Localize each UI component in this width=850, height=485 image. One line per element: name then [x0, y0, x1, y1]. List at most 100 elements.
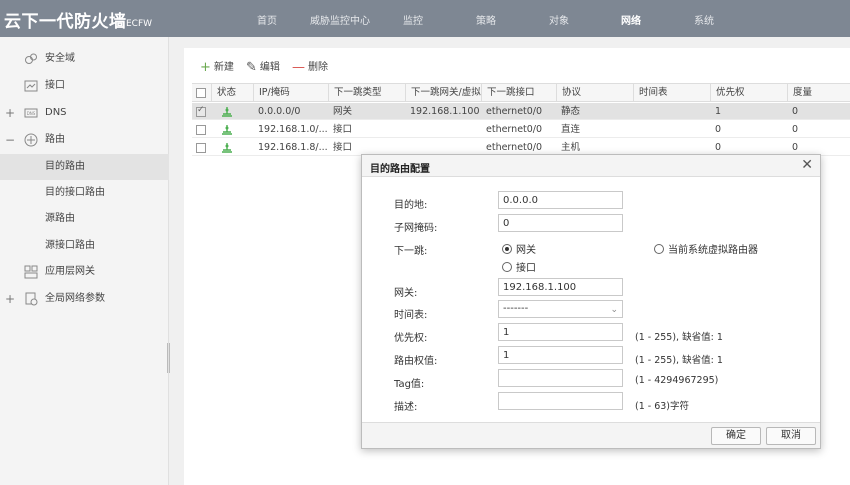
cell-priority: 1 — [715, 106, 722, 117]
cell-priority: 0 — [715, 124, 722, 135]
sidebar-item-source-interface-route[interactable]: 源接口路由 — [0, 233, 169, 259]
sidebar-item-dns[interactable]: + DNS DNS — [0, 100, 169, 126]
cell-nexthop-interface: ethernet0/0 — [486, 106, 543, 117]
sidebar-item-interface[interactable]: 接口 — [0, 73, 169, 99]
cell-schedule — [633, 139, 710, 155]
sidebar-item-routing[interactable]: − 路由 — [0, 127, 169, 153]
nav-objects[interactable]: 对象 — [549, 12, 569, 27]
sidebar-item-destination-route[interactable]: 目的路由 — [0, 154, 169, 180]
nexthop-interface-radio[interactable]: 接口 — [502, 259, 536, 274]
table-row[interactable]: ✓ 0.0.0.0/0 网关 192.168.1.100 ethernet0/0… — [192, 103, 850, 120]
cell-ip-mask: 192.168.1.8/... — [258, 142, 328, 153]
column-header-metric[interactable]: 度量 — [787, 84, 850, 101]
edit-button[interactable]: ✎ 编辑 — [246, 58, 280, 75]
nav-threat-center[interactable]: 威胁监控中心 — [310, 12, 370, 27]
expand-icon[interactable]: + — [5, 100, 15, 126]
chevron-down-icon: ⌄ — [610, 305, 618, 315]
tag-input[interactable] — [498, 369, 623, 387]
interface-icon — [24, 80, 38, 92]
sidebar-item-label: 路由 — [45, 134, 65, 145]
column-header-nexthop-gateway[interactable]: 下一跳网关/虚拟... — [405, 84, 481, 101]
select-all-checkbox[interactable] — [196, 88, 206, 98]
route-weight-label: 路由权值: — [394, 356, 438, 367]
route-active-icon — [222, 125, 232, 135]
cell-nexthop-type: 接口 — [333, 124, 353, 135]
description-label: 描述: — [394, 402, 418, 413]
top-bar: 云下一代防火墙 ECFW 首页 威胁监控中心 监控 策略 对象 网络 系统 — [0, 0, 850, 37]
nexthop-vrouter-radio[interactable]: 当前系统虚拟路由器 — [654, 241, 758, 256]
gateway-label: 网关: — [394, 288, 418, 299]
table-row[interactable]: 192.168.1.0/... 接口 ethernet0/0 直连 0 0 — [192, 121, 850, 138]
schedule-select[interactable]: ------- ⌄ — [498, 300, 623, 318]
column-header-status[interactable]: 状态 — [211, 84, 253, 101]
route-weight-input[interactable] — [498, 346, 623, 364]
nav-monitor[interactable]: 监控 — [403, 12, 423, 27]
dialog-titlebar[interactable]: 目的路由配置 ✕ — [362, 155, 820, 177]
cell-metric: 0 — [792, 106, 799, 117]
edit-button-label: 编辑 — [259, 62, 280, 73]
nav-policy[interactable]: 策略 — [476, 12, 496, 27]
cell-metric: 0 — [792, 124, 799, 135]
route-active-icon — [222, 143, 232, 153]
expand-icon[interactable]: + — [5, 286, 15, 312]
collapse-icon[interactable]: − — [5, 127, 15, 153]
sidebar-item-label: DNS — [45, 107, 67, 118]
row-checkbox[interactable] — [196, 125, 206, 135]
sidebar-item-label: 源路由 — [45, 213, 75, 224]
column-header-nexthop-interface[interactable]: 下一跳接口 — [481, 84, 556, 101]
route-active-icon — [222, 107, 232, 117]
route-config-dialog: 目的路由配置 ✕ 目的地: 子网掩码: 下一跳: 网关 当前系统虚拟路由器 接口… — [361, 154, 821, 449]
ok-button[interactable]: 确定 — [711, 427, 761, 445]
subnet-mask-input[interactable] — [498, 214, 623, 232]
column-header-nexthop-type[interactable]: 下一跳类型 — [328, 84, 405, 101]
priority-input[interactable] — [498, 323, 623, 341]
destination-input[interactable] — [498, 191, 623, 209]
row-checkbox[interactable]: ✓ — [196, 105, 206, 117]
sidebar-resize-handle[interactable] — [167, 343, 170, 373]
settings-icon — [25, 292, 38, 306]
column-header-priority[interactable]: 优先权 — [710, 84, 787, 101]
route-weight-hint: (1 - 255), 缺省值: 1 — [635, 355, 723, 366]
new-button[interactable]: + 新建 — [200, 58, 234, 75]
delete-button[interactable]: — 删除 — [292, 58, 328, 75]
row-checkbox[interactable] — [196, 143, 206, 153]
sidebar-item-security-zone[interactable]: 安全域 — [0, 46, 169, 72]
cancel-button[interactable]: 取消 — [766, 427, 816, 445]
sidebar-item-alg[interactable]: 应用层网关 — [0, 259, 169, 285]
gateway-input[interactable] — [498, 278, 623, 296]
radio-unselected-icon — [654, 244, 664, 254]
nav-network[interactable]: 网络 — [621, 12, 641, 27]
column-header-ip-mask[interactable]: IP/掩码 — [253, 84, 328, 101]
sidebar-item-label: 目的接口路由 — [45, 187, 105, 198]
sidebar-item-label: 应用层网关 — [45, 266, 95, 277]
nexthop-label: 下一跳: — [394, 246, 428, 257]
nav-home[interactable]: 首页 — [257, 12, 277, 27]
cell-protocol: 主机 — [561, 142, 581, 153]
cell-nexthop-gateway — [405, 121, 481, 137]
sidebar-item-global-network-params[interactable]: + 全局网络参数 — [0, 286, 169, 312]
svg-text:DNS: DNS — [27, 111, 36, 116]
zone-icon — [25, 53, 37, 64]
brand-subtitle: ECFW — [126, 19, 153, 29]
dns-icon: DNS — [24, 108, 38, 118]
nexthop-gateway-radio[interactable]: 网关 — [502, 241, 536, 256]
nexthop-gateway-label: 网关 — [516, 245, 536, 256]
cell-nexthop-interface: ethernet0/0 — [486, 124, 543, 135]
cell-nexthop-gateway — [405, 139, 481, 155]
sidebar: 安全域 接口 + DNS DNS − 路由 目的路由 目的接口路由 源路由 源接… — [0, 37, 170, 485]
nav-system[interactable]: 系统 — [694, 12, 714, 27]
nexthop-vrouter-label: 当前系统虚拟路由器 — [668, 245, 758, 256]
sidebar-item-source-route[interactable]: 源路由 — [0, 206, 169, 232]
priority-hint: (1 - 255), 缺省值: 1 — [635, 332, 723, 343]
minus-icon: — — [292, 60, 305, 75]
close-icon[interactable]: ✕ — [801, 157, 813, 173]
sidebar-item-destination-interface-route[interactable]: 目的接口路由 — [0, 180, 169, 206]
priority-label: 优先权: — [394, 333, 428, 344]
table-header: 状态 IP/掩码 下一跳类型 下一跳网关/虚拟... 下一跳接口 协议 时间表 … — [192, 83, 850, 102]
sidebar-item-label: 接口 — [45, 80, 65, 91]
tag-label: Tag值: — [394, 379, 425, 390]
column-header-protocol[interactable]: 协议 — [556, 84, 633, 101]
description-input[interactable] — [498, 392, 623, 410]
column-header-schedule[interactable]: 时间表 — [633, 84, 710, 101]
sidebar-item-label: 全局网络参数 — [45, 293, 105, 304]
